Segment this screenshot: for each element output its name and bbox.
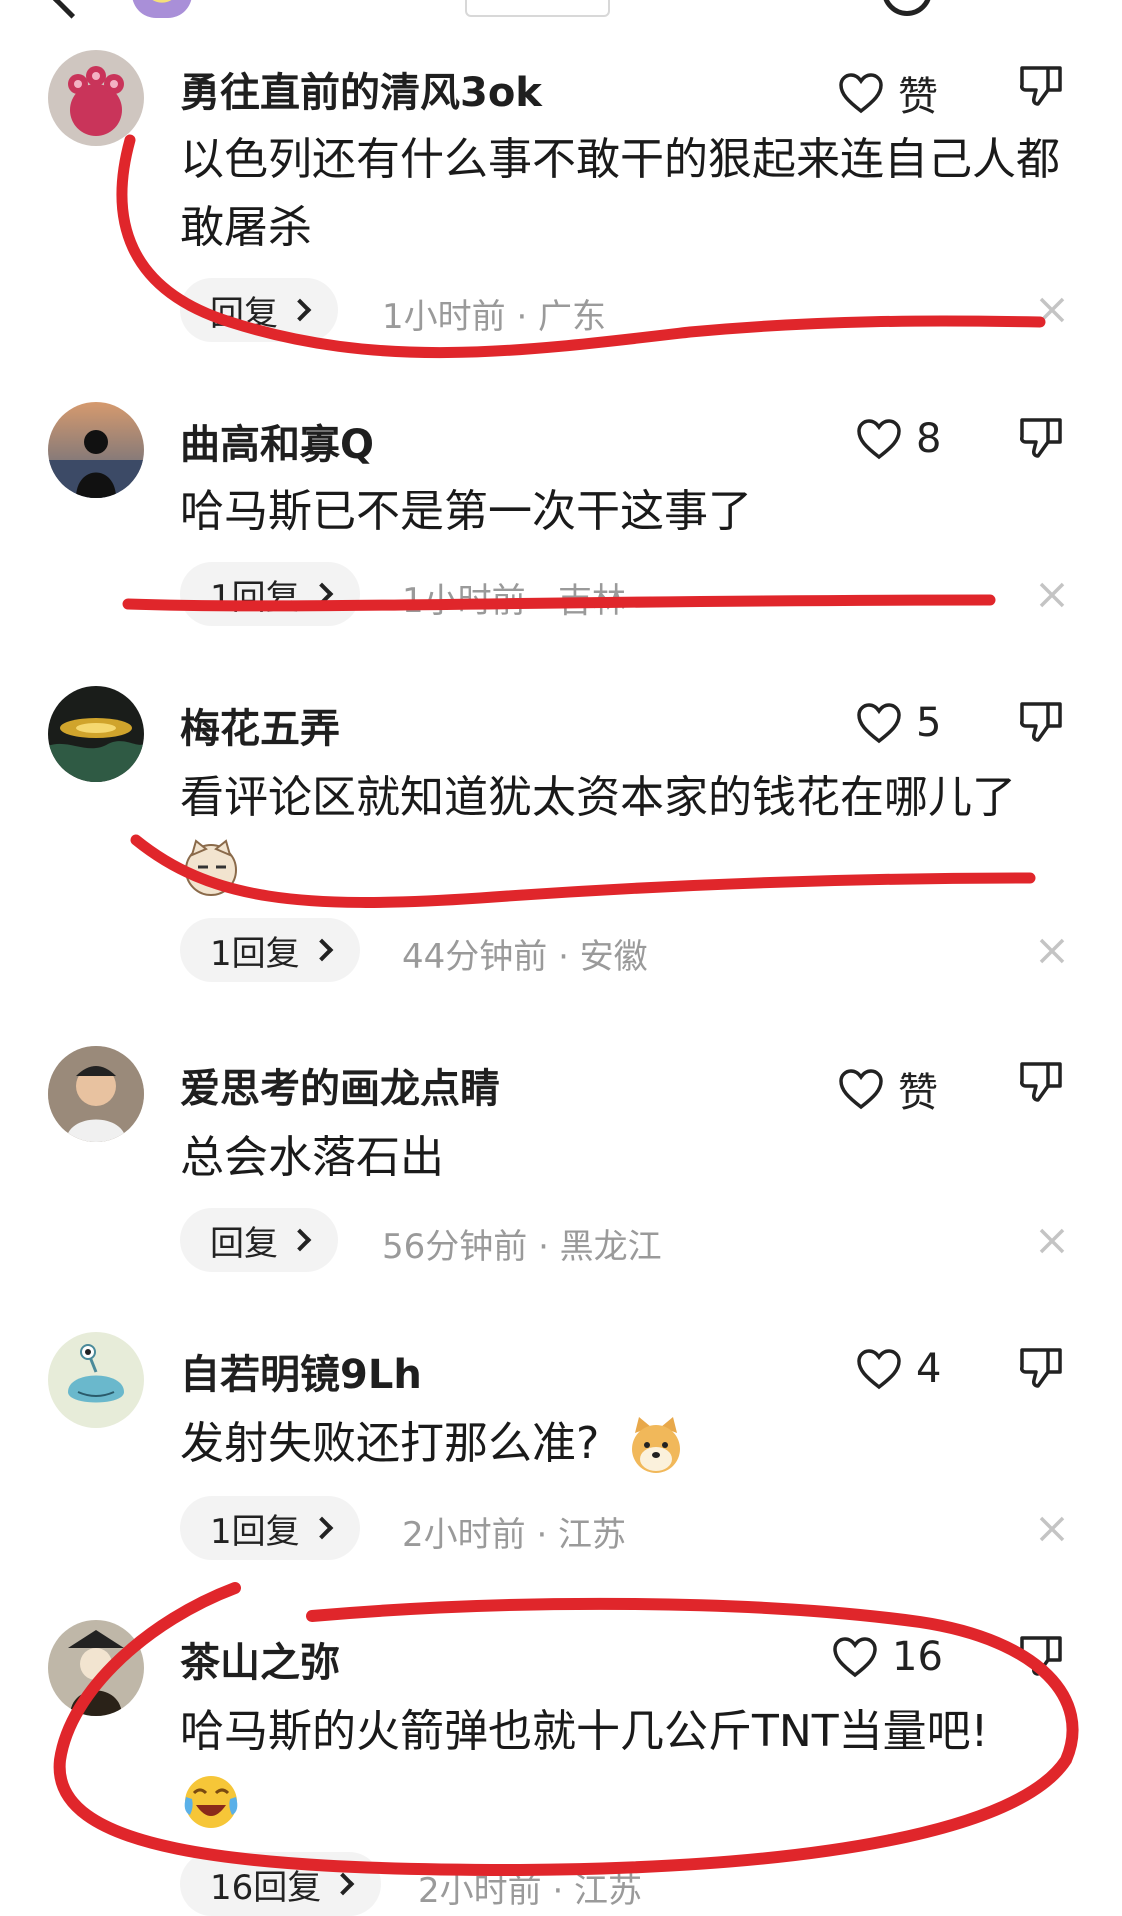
reply-button[interactable]: 16回复 (180, 1852, 382, 1916)
avatar-image (48, 718, 144, 782)
laughing-crying-emoji-icon (184, 1776, 238, 1828)
avatar[interactable] (48, 1332, 144, 1428)
comment-meta: 2小时前 · 江苏 (418, 1871, 643, 1911)
username[interactable]: 自若明镜9Lh (180, 1342, 422, 1400)
comment-text: 哈马斯的火箭弹也就十几公斤TNT当量吧! (180, 1698, 1080, 1834)
avatar-image (68, 66, 124, 136)
avatar[interactable] (48, 1620, 144, 1716)
back-arrow-icon[interactable] (52, 0, 91, 19)
dislike-icon[interactable] (1018, 700, 1064, 744)
chevron-right-icon (310, 938, 333, 962)
heart-icon (857, 703, 901, 744)
follow-button[interactable] (465, 0, 610, 17)
top-bar (0, 0, 1122, 22)
like-count: 16 (892, 1634, 943, 1680)
comment-meta: 56分钟前 · 黑龙江 (382, 1227, 662, 1267)
username[interactable]: 曲高和寡Q (180, 412, 374, 470)
heart-icon (833, 1637, 877, 1678)
close-icon[interactable] (1037, 1514, 1067, 1544)
close-icon[interactable] (1037, 295, 1067, 325)
like-button[interactable]: 赞 (838, 1060, 938, 1118)
heart-icon (857, 1349, 901, 1390)
comment-text: 以色列还有什么事不敢干的狠起来连自己人都敢屠杀 (180, 134, 1060, 253)
reply-button[interactable]: 1回复 (180, 1496, 360, 1560)
heart-icon (857, 419, 901, 460)
reply-button[interactable]: 回复 (180, 278, 338, 342)
like-button[interactable]: 4 (856, 1346, 941, 1392)
avatar-image (48, 1046, 144, 1142)
dislike-icon[interactable] (1018, 64, 1064, 108)
comment-text: 发射失败还打那么准? (180, 1410, 1080, 1478)
dislike-icon[interactable] (1018, 416, 1064, 460)
reply-button[interactable]: 1回复 (180, 918, 360, 982)
doge-emoji-icon (632, 1417, 681, 1473)
heart-icon (839, 1069, 883, 1110)
like-count: 8 (916, 416, 942, 462)
dislike-icon[interactable] (1018, 1634, 1064, 1678)
username[interactable]: 茶山之弥 (180, 1630, 340, 1688)
chevron-right-icon (288, 1228, 312, 1252)
like-button[interactable]: 16 (832, 1634, 943, 1680)
comment-text-body: 发射失败还打那么准? (180, 1418, 600, 1469)
comment-meta: 1小时前 · 吉林 (402, 581, 627, 621)
reply-label: 回复 (210, 293, 278, 334)
heart-icon (839, 73, 883, 114)
username[interactable]: 勇往直前的清风3ok (180, 60, 542, 118)
dislike-icon[interactable] (1018, 1346, 1064, 1390)
close-icon[interactable] (1037, 936, 1067, 966)
comment-text-body: 看评论区就知道犹太资本家的钱花在哪儿了 (180, 772, 1016, 823)
reply-label: 回复 (210, 1223, 278, 1264)
close-icon[interactable] (1037, 1226, 1067, 1256)
chevron-right-icon (288, 298, 312, 322)
comment-meta: 1小时前 · 广东 (382, 297, 607, 337)
username[interactable]: 梅花五弄 (180, 696, 340, 754)
author-name[interactable] (218, 0, 408, 10)
like-button[interactable]: 8 (856, 416, 941, 462)
comment-meta: 44分钟前 · 安徽 (402, 937, 648, 977)
reply-label: 1回复 (210, 577, 300, 618)
reply-button[interactable]: 回复 (180, 1208, 338, 1272)
chevron-right-icon (331, 1872, 355, 1896)
avatar[interactable] (48, 402, 144, 498)
reply-button[interactable]: 1回复 (180, 562, 360, 626)
avatar[interactable] (48, 686, 144, 782)
avatar[interactable] (48, 1046, 144, 1142)
reply-label: 1回复 (210, 933, 300, 974)
smirk-cat-emoji-icon (185, 839, 237, 896)
like-count: 赞 (898, 1070, 938, 1116)
avatar-image (68, 1344, 124, 1403)
avatar-image (48, 430, 144, 498)
like-button[interactable]: 赞 (838, 64, 938, 122)
reply-label: 16回复 (210, 1867, 322, 1908)
author-avatar[interactable] (132, 0, 192, 18)
dislike-icon[interactable] (1018, 1060, 1064, 1104)
like-count: 4 (916, 1346, 942, 1392)
like-button[interactable]: 5 (856, 700, 941, 746)
reply-label: 1回复 (210, 1511, 300, 1552)
comment-text: 总会水落石出 (180, 1132, 444, 1183)
search-icon[interactable] (882, 0, 932, 16)
chevron-right-icon (310, 1516, 333, 1540)
comment-text-body: 哈马斯的火箭弹也就十几公斤TNT当量吧! (180, 1706, 989, 1757)
like-count: 5 (916, 700, 942, 746)
comment-text: 哈马斯已不是第一次干这事了 (180, 486, 752, 537)
avatar[interactable] (48, 50, 144, 146)
close-icon[interactable] (1037, 580, 1067, 610)
comment-meta: 2小时前 · 江苏 (402, 1515, 627, 1555)
avatar-image (68, 1630, 124, 1716)
comment-text: 看评论区就知道犹太资本家的钱花在哪儿了 (180, 764, 1080, 900)
username[interactable]: 爱思考的画龙点睛 (180, 1056, 500, 1114)
chevron-right-icon (310, 582, 333, 606)
like-count: 赞 (898, 74, 938, 120)
